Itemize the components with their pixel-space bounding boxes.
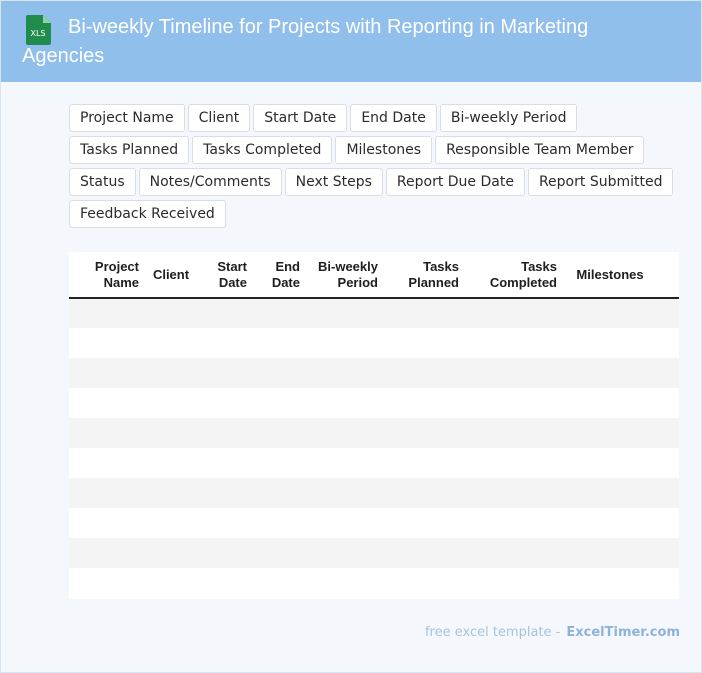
table-row[interactable]	[69, 418, 679, 448]
table-cell[interactable]	[69, 388, 679, 418]
table-row[interactable]	[69, 298, 679, 328]
col-header-bi-weekly-period[interactable]: Bi-weekly Period	[304, 252, 382, 298]
table-row[interactable]	[69, 508, 679, 538]
col-header-line: Milestones	[576, 266, 644, 282]
table-row[interactable]	[69, 328, 679, 358]
table-cell[interactable]	[69, 508, 679, 538]
timeline-table: Project Name Client Start Date End Date Bi-…	[69, 252, 679, 599]
footer-free-text: free excel template -	[424, 625, 561, 640]
table-cell[interactable]	[69, 418, 679, 448]
table-row[interactable]	[69, 388, 679, 418]
table-cell[interactable]	[69, 568, 679, 598]
table-row[interactable]	[69, 358, 679, 388]
tag-tasks-completed[interactable]: Tasks Completed	[192, 136, 333, 164]
tag-project-name[interactable]: Project Name	[69, 104, 185, 132]
tag-next-steps[interactable]: Next Steps	[284, 168, 383, 196]
table-cell[interactable]	[69, 358, 679, 388]
table-row[interactable]	[69, 568, 679, 598]
col-header-line: Tasks	[521, 258, 557, 274]
col-header-line: Planned	[408, 274, 459, 290]
tag-report-submitted[interactable]: Report Submitted	[527, 168, 674, 196]
timeline-grid: Project Name Client Start Date End Date Bi-…	[69, 252, 679, 598]
col-header-tasks-planned[interactable]: Tasks Planned	[382, 252, 463, 298]
col-header-line: Date	[271, 274, 300, 290]
col-header-line: Bi-weekly	[318, 258, 378, 274]
tag-status[interactable]: Status	[69, 168, 136, 196]
table-row[interactable]	[69, 448, 679, 478]
col-header-client[interactable]: Client	[143, 252, 199, 298]
table-cell[interactable]	[69, 478, 679, 508]
col-header-line: Tasks	[423, 258, 459, 274]
footer-brand-link[interactable]: ExcelTimer.com	[566, 625, 680, 640]
tag-responsible-team-member[interactable]: Responsible Team Member	[435, 136, 645, 164]
col-header-line: Project	[94, 258, 139, 274]
col-header-tasks-completed[interactable]: Tasks Completed	[463, 252, 561, 298]
col-header-line: Period	[337, 274, 378, 290]
col-header-end-date[interactable]: End Date	[251, 252, 304, 298]
table-row[interactable]	[69, 538, 679, 568]
table-header-row: Project Name Client Start Date End Date Bi-…	[69, 252, 679, 298]
col-header-line: Date	[218, 274, 247, 290]
table-row[interactable]	[69, 478, 679, 508]
col-header-start-date[interactable]: Start Date	[199, 252, 251, 298]
col-header-line: Start	[217, 258, 247, 274]
col-header-line: Client	[152, 266, 190, 282]
header-banner: XLS Bi-weekly Timeline for Projects with…	[1, 1, 701, 82]
table-cell[interactable]	[69, 328, 679, 358]
table-cell[interactable]	[69, 448, 679, 478]
tag-feedback-received[interactable]: Feedback Received	[69, 200, 226, 228]
col-header-line: End	[275, 258, 300, 274]
col-header-line: Name	[103, 274, 139, 290]
tag-tasks-planned[interactable]: Tasks Planned	[69, 136, 190, 164]
tag-notes-comments[interactable]: Notes/Comments	[138, 168, 282, 196]
tag-report-due-date[interactable]: Report Due Date	[385, 168, 525, 196]
table-cell[interactable]	[69, 538, 679, 568]
template-page: XLS Bi-weekly Timeline for Projects with…	[0, 0, 702, 673]
col-header-milestones[interactable]: Milestones	[561, 252, 659, 298]
tag-start-date[interactable]: Start Date	[253, 104, 348, 132]
col-header-project-name[interactable]: Project Name	[69, 252, 143, 298]
tag-end-date[interactable]: End Date	[350, 104, 437, 132]
tag-bi-weekly-period[interactable]: Bi-weekly Period	[439, 104, 578, 132]
tag-milestones[interactable]: Milestones	[335, 136, 433, 164]
tag-client[interactable]: Client	[187, 104, 251, 132]
col-header-line: Completed	[489, 274, 557, 290]
footer-credit: free excel template - ExcelTimer.com	[425, 625, 680, 640]
page-title: Bi-weekly Timeline for Projects with Rep…	[22, 16, 589, 67]
col-header-overflow[interactable]: –	[659, 252, 679, 298]
table-cell[interactable]	[69, 298, 679, 328]
field-tags: Project Name Client Start Date End Date …	[69, 104, 681, 228]
